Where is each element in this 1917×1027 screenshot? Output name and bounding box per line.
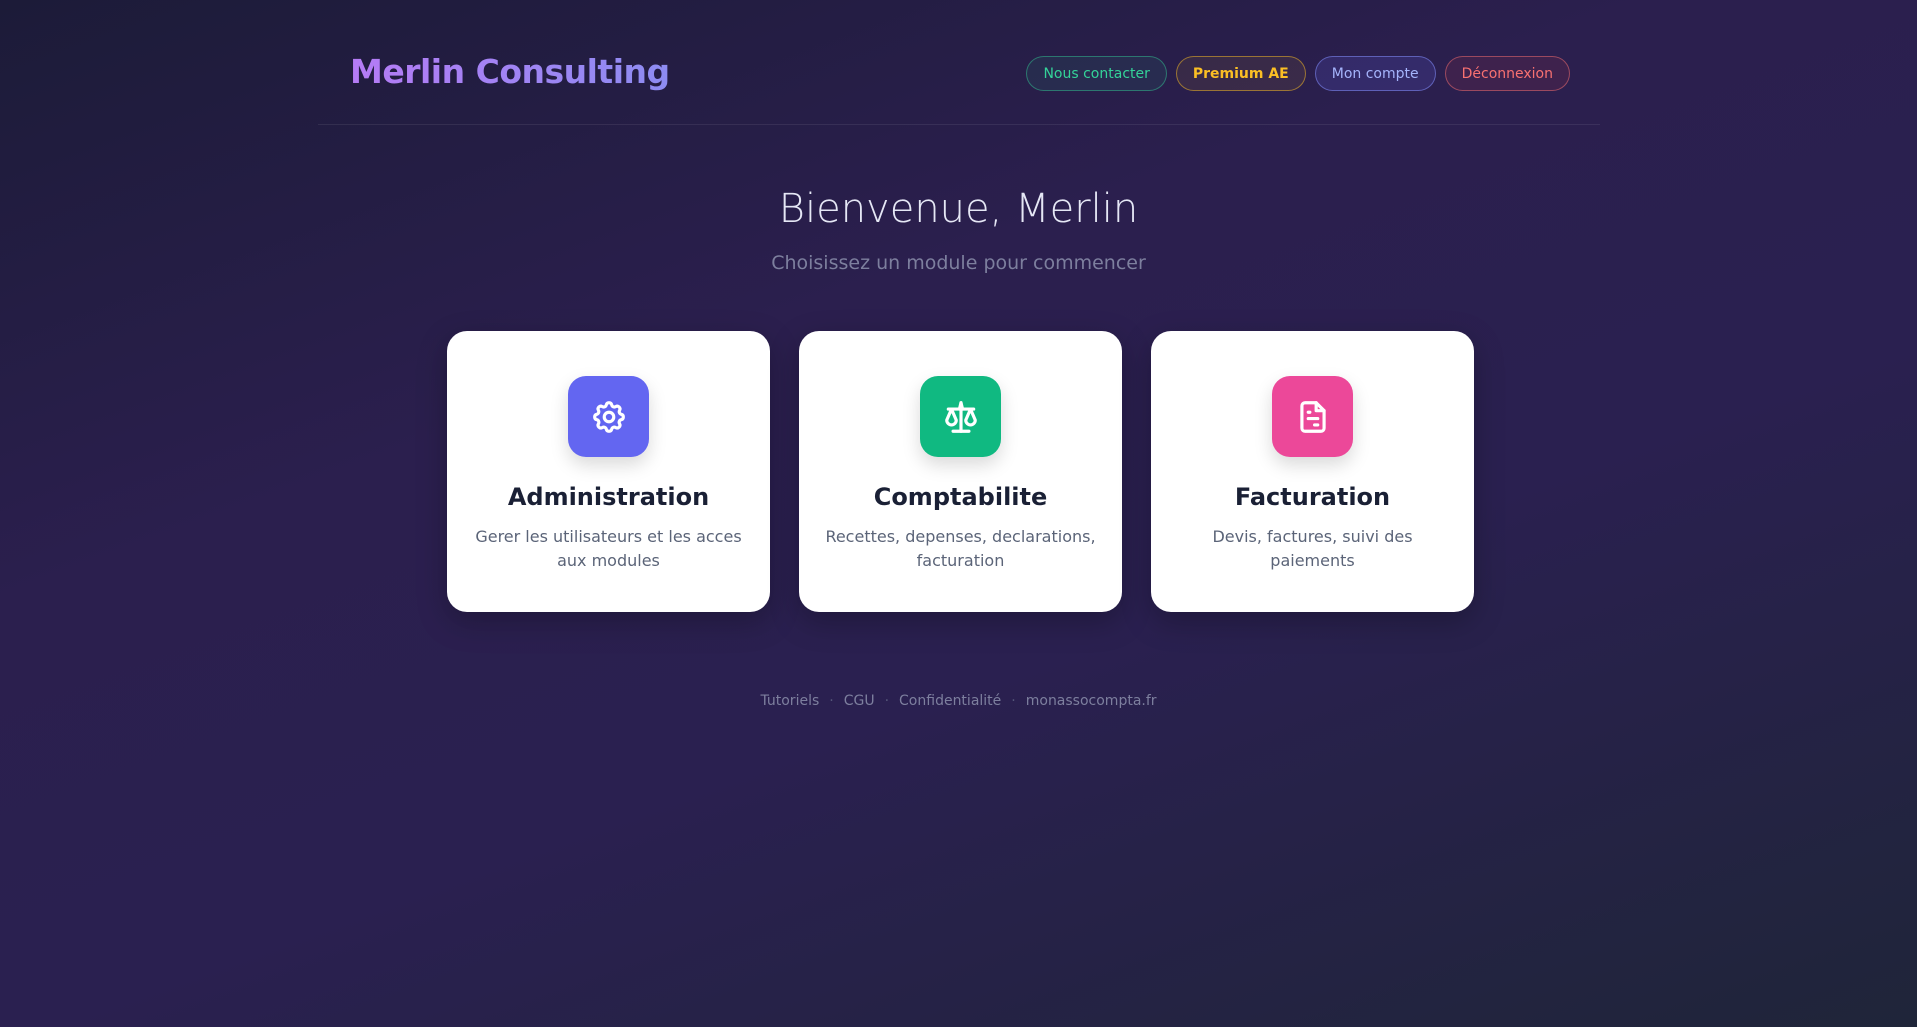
footer-link-confidentialite[interactable]: Confidentialité: [899, 693, 1001, 709]
module-card-comptabilite[interactable]: Comptabilite Recettes, depenses, declara…: [799, 331, 1122, 612]
top-nav: Nous contacter Premium AE Mon compte Déc…: [1026, 56, 1570, 91]
account-button[interactable]: Mon compte: [1314, 56, 1436, 91]
welcome-title: Bienvenue, Merlin: [778, 186, 1139, 232]
card-title: Facturation: [1234, 483, 1391, 511]
card-title: Administration: [507, 483, 710, 511]
footer-separator: ·: [829, 693, 834, 709]
module-cards: Administration Gerer les utilisateurs et…: [447, 331, 1474, 612]
logout-button[interactable]: Déconnexion: [1444, 56, 1570, 91]
footer: Tutoriels · CGU · Confidentialité · mona…: [0, 693, 1917, 709]
welcome-subtitle: Choisissez un module pour commencer: [771, 252, 1146, 274]
module-card-administration[interactable]: Administration Gerer les utilisateurs et…: [447, 331, 770, 612]
card-title: Comptabilite: [873, 483, 1048, 511]
contact-button[interactable]: Nous contacter: [1026, 56, 1167, 91]
footer-link-cgu[interactable]: CGU: [844, 693, 875, 709]
footer-separator: ·: [884, 693, 890, 709]
footer-separator: ·: [1011, 693, 1016, 709]
scale-icon: [920, 376, 1001, 457]
card-description: Gerer les utilisateurs et les acces aux …: [475, 527, 742, 570]
premium-button[interactable]: Premium AE: [1175, 56, 1306, 91]
document-icon: [1272, 376, 1353, 457]
footer-link-tutoriels[interactable]: Tutoriels: [760, 693, 819, 709]
header: Merlin Consulting Nous contacter Premium…: [318, 0, 1600, 125]
card-description: Devis, factures, suivi des paiements: [1212, 527, 1413, 570]
brand-logo[interactable]: Merlin Consulting: [350, 52, 670, 91]
module-card-facturation[interactable]: Facturation Devis, factures, suivi des p…: [1151, 331, 1474, 612]
gear-icon: [568, 376, 649, 457]
card-description: Recettes, depenses, declarations, factur…: [825, 527, 1096, 570]
footer-link-website[interactable]: monassocompta.fr: [1026, 693, 1157, 709]
